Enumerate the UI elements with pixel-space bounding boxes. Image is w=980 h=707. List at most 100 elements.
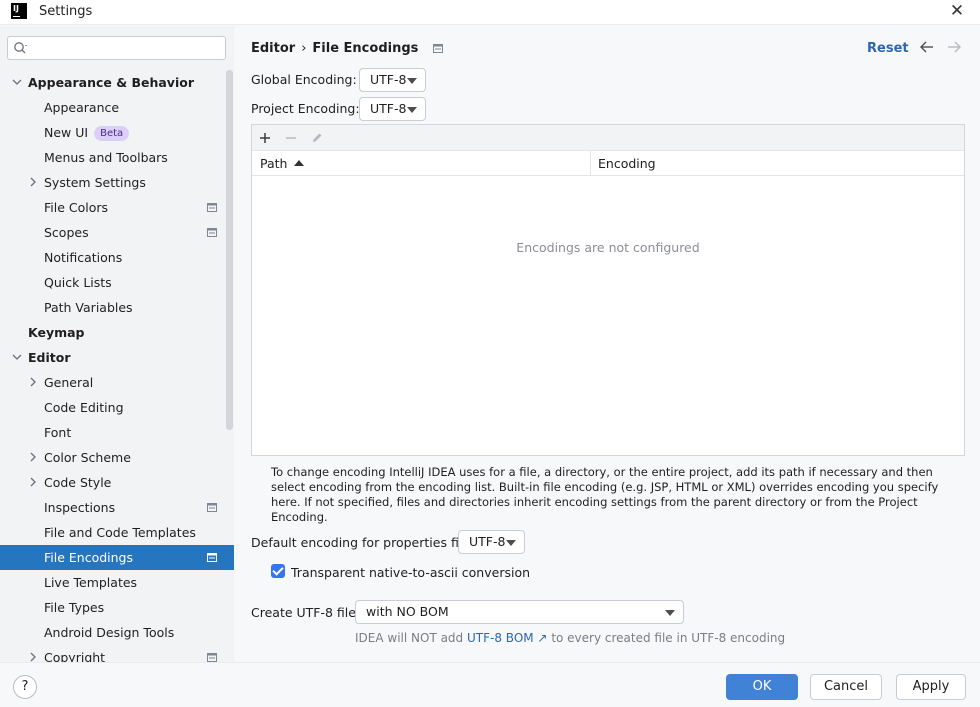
create-utf8-value: with NO BOM [366,604,449,619]
sidebar-item-label: Keymap [28,325,85,340]
sidebar-item-android-design-tools[interactable]: Android Design Tools [0,620,234,645]
table-header: Path Encoding [252,151,964,176]
sidebar-item-label: Copyright [44,650,106,662]
cancel-button[interactable]: Cancel [810,674,882,700]
sidebar-item-inspections[interactable]: Inspections [0,495,234,520]
sidebar-item-editor[interactable]: Editor [0,345,234,370]
arrow-right-icon[interactable] [946,40,962,54]
chevron-right-icon[interactable] [27,651,39,662]
sidebar-item-label: Appearance [44,100,120,115]
sidebar-item-label: Live Templates [44,575,138,590]
sidebar-item-appearance[interactable]: Appearance [0,95,234,120]
sidebar-item-label: Path Variables [44,300,133,315]
sidebar-item-label: New UI [44,125,89,140]
column-header-path[interactable]: Path [260,151,305,176]
sidebar-item-file-and-code-templates[interactable]: File and Code Templates [0,520,234,545]
dropdown-arrow-icon [665,610,675,616]
global-encoding-value: UTF-8 [370,72,407,87]
column-header-encoding[interactable]: Encoding [590,151,656,176]
sidebar-item-label: Notifications [44,250,123,265]
table-empty-text: Encodings are not configured [516,240,700,255]
sidebar-item-label: Color Scheme [44,450,131,465]
chevron-down-icon[interactable] [11,351,23,363]
ok-button[interactable]: OK [726,674,798,700]
sidebar-item-label: Scopes [44,225,89,240]
sidebar-item-general[interactable]: General [0,370,234,395]
column-path-label: Path [260,156,288,171]
chevron-right-icon[interactable] [27,451,39,463]
help-button[interactable]: ? [13,675,37,699]
breadcrumb-separator: › [301,41,307,56]
project-level-icon [207,503,217,512]
sidebar-item-live-templates[interactable]: Live Templates [0,570,234,595]
global-encoding-label: Global Encoding: [251,72,357,87]
sidebar-item-label: File Types [44,600,105,615]
bom-note-prefix: IDEA will NOT add [355,631,464,645]
bom-note: IDEA will NOT add UTF-8 BOM ↗ to every c… [355,631,785,645]
sidebar-item-new-ui[interactable]: New UI Beta [0,120,234,145]
sidebar-item-file-types[interactable]: File Types [0,595,234,620]
chevron-right-icon[interactable] [27,476,39,488]
dropdown-arrow-icon [407,107,417,113]
window-title: Settings [39,4,93,19]
sidebar-item-path-variables[interactable]: Path Variables [0,295,234,320]
sidebar-item-label: Menus and Toolbars [44,150,168,165]
sidebar-item-label: Code Style [44,475,112,490]
encodings-table: Path Encoding Encodings are not configur… [251,124,965,456]
project-encoding-label: Project Encoding: [251,101,360,116]
utf8-bom-link[interactable]: UTF-8 BOM ↗ [467,631,547,645]
properties-encoding-select[interactable]: UTF-8 [458,530,525,554]
sidebar-scrollbar[interactable] [226,70,233,430]
chevron-down-icon[interactable] [11,76,23,88]
reset-link[interactable]: Reset [867,41,909,56]
table-toolbar [252,125,964,151]
sidebar-item-notifications[interactable]: Notifications [0,245,234,270]
sidebar-item-quick-lists[interactable]: Quick Lists [0,270,234,295]
column-encoding-label: Encoding [598,156,656,171]
project-level-icon [207,553,217,562]
sidebar-item-appearance-behavior[interactable]: Appearance & Behavior [0,70,234,95]
sidebar-item-copyright[interactable]: Copyright [0,645,234,662]
search-icon [14,42,27,54]
sidebar-item-label: System Settings [44,175,146,190]
add-icon[interactable] [258,131,272,145]
arrow-left-icon[interactable] [919,40,935,54]
sidebar-item-system-settings[interactable]: System Settings [0,170,234,195]
settings-sidebar: Appearance & Behavior Appearance New UI Bet… [0,26,234,662]
sidebar-item-label: Appearance & Behavior [28,75,194,90]
breadcrumb-current: File Encodings [312,41,419,56]
sidebar-item-label: File Colors [44,200,109,215]
project-level-icon [207,203,217,212]
sidebar-item-label: Quick Lists [44,275,112,290]
settings-content: Editor › File Encodings Reset Global Encod… [234,26,980,662]
settings-search-input[interactable] [7,36,226,60]
breadcrumb-parent[interactable]: Editor [251,41,295,56]
sidebar-item-label: File and Code Templates [44,525,196,540]
sidebar-item-code-editing[interactable]: Code Editing [0,395,234,420]
dropdown-arrow-icon [506,540,516,546]
project-encoding-select[interactable]: UTF-8 [359,97,426,121]
properties-encoding-value: UTF-8 [469,534,506,549]
sidebar-item-font[interactable]: Font [0,420,234,445]
apply-button[interactable]: Apply [896,674,966,700]
sidebar-item-color-scheme[interactable]: Color Scheme [0,445,234,470]
sidebar-item-file-colors[interactable]: File Colors [0,195,234,220]
create-utf8-select[interactable]: with NO BOM [355,600,684,624]
intellij-logo-icon: IJ [11,3,27,19]
sidebar-item-scopes[interactable]: Scopes [0,220,234,245]
sidebar-item-keymap[interactable]: Keymap [0,320,234,345]
global-encoding-select[interactable]: UTF-8 [359,68,426,92]
sidebar-item-code-style[interactable]: Code Style [0,470,234,495]
native-to-ascii-label[interactable]: Transparent native-to-ascii conversion [291,565,530,580]
sidebar-item-label: Inspections [44,500,116,515]
dropdown-arrow-icon [407,78,417,84]
sidebar-item-file-encodings[interactable]: File Encodings [0,545,234,570]
remove-icon[interactable] [284,131,298,145]
sidebar-item-menus-and-toolbars[interactable]: Menus and Toolbars [0,145,234,170]
edit-icon[interactable] [310,131,324,145]
chevron-right-icon[interactable] [27,176,39,188]
close-button[interactable]: ✕ [948,2,966,20]
bom-note-suffix: to every created file in UTF-8 encoding [551,631,786,645]
chevron-right-icon[interactable] [27,376,39,388]
native-to-ascii-checkbox[interactable] [271,564,285,578]
